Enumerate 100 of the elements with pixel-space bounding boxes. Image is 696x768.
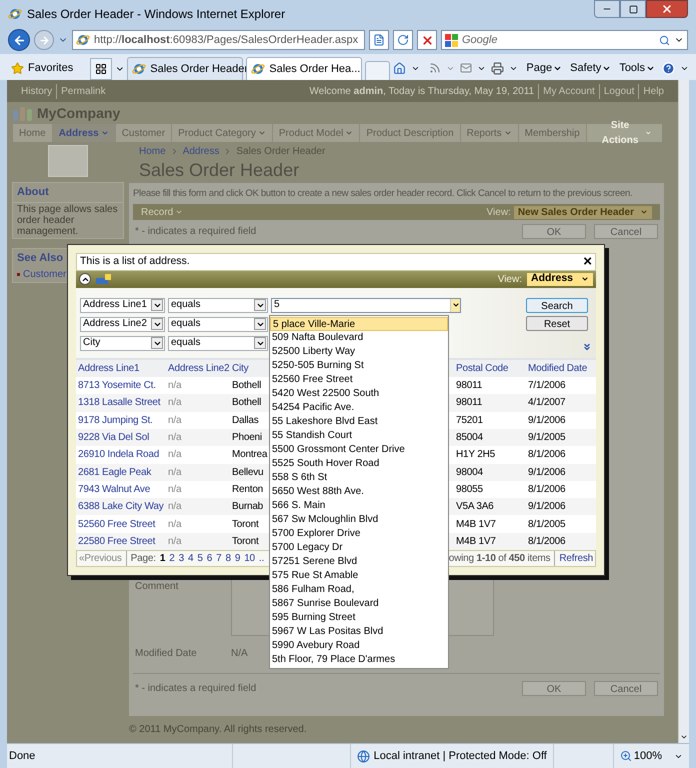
autocomplete-item[interactable]: 54254 Pacific Ave. (270, 401, 448, 415)
search-icon[interactable] (659, 34, 670, 46)
autocomplete-item[interactable]: 5420 West 22500 South (270, 387, 448, 401)
page-link[interactable]: 5 (197, 551, 203, 566)
autocomplete-item[interactable]: 5700 Legacy Dr (270, 541, 448, 555)
operator-select[interactable]: equals (168, 316, 268, 332)
back-button[interactable] (8, 29, 30, 51)
autocomplete-item[interactable]: 5990 Avebury Road (270, 639, 448, 653)
page-link[interactable]: 7 (216, 551, 222, 566)
view-dropdown[interactable]: Address (526, 272, 593, 286)
autocomplete-item[interactable]: 509 Nafta Boulevard (270, 331, 448, 345)
address-link[interactable]: 9178 Jumping St. (76, 412, 166, 428)
address-link[interactable]: 7943 Walnut Ave (76, 482, 166, 497)
address-link[interactable]: 1318 Lasalle Street (76, 395, 166, 410)
page-link[interactable]: 2 (169, 551, 175, 566)
operator-select[interactable]: equals (168, 336, 268, 351)
search-button[interactable]: Search (526, 298, 588, 313)
table-cell-text: Bellevu (231, 466, 264, 480)
field-select[interactable]: City (80, 336, 165, 351)
column-header[interactable]: Postal Code (454, 361, 526, 376)
autocomplete-item[interactable]: 52500 Liberty Way (270, 345, 448, 359)
autocomplete-item[interactable]: 57251 Serene Blvd (270, 555, 448, 569)
autocomplete-item[interactable]: 5867 Sunrise Boulevard (270, 597, 448, 611)
help-icon[interactable] (662, 62, 675, 74)
page-link[interactable]: 6 (206, 551, 212, 566)
command-menu[interactable]: Safety (570, 60, 612, 76)
table-cell-text: 8/1/2006 (527, 448, 566, 462)
view-dropdown[interactable]: New Sales Order Header (514, 206, 652, 219)
more-pages-link[interactable]: .. (258, 551, 264, 566)
autocomplete-item[interactable]: 5650 West 88th Ave. (270, 485, 448, 499)
autocomplete-item[interactable]: 55 Standish Court (270, 429, 448, 443)
address-link[interactable]: 26910 Indela Road (76, 447, 166, 462)
autocomplete-item[interactable]: 566 S. Main (270, 499, 448, 513)
value-field[interactable]: 5 (271, 298, 461, 313)
page-link[interactable]: 1 (160, 551, 166, 566)
form-button[interactable]: Cancel (594, 681, 658, 696)
caret-icon (254, 318, 266, 330)
refresh-button[interactable] (393, 30, 413, 50)
reset-button[interactable]: Reset (526, 316, 588, 331)
field-select[interactable]: Address Line1 (80, 298, 165, 313)
autocomplete-item[interactable]: 5th Floor, 79 Place D'armes (270, 653, 448, 667)
close-button[interactable] (646, 0, 688, 18)
close-button[interactable]: × (583, 254, 592, 270)
home-icon[interactable] (393, 62, 406, 74)
page-link[interactable]: 4 (188, 551, 194, 566)
page-link[interactable]: 8 (225, 551, 231, 566)
browser-logo-icon (76, 33, 90, 47)
favorites-button[interactable]: Favorites (7, 56, 78, 80)
compatibility-view-button[interactable] (369, 30, 389, 50)
autocomplete-item[interactable]: 586 Fulham Road, (270, 583, 448, 597)
scroll-down-icon[interactable] (680, 733, 688, 741)
form-button[interactable]: Cancel (594, 224, 658, 239)
autocomplete-item[interactable]: 567 Sw Mcloughlin Blvd (270, 513, 448, 527)
page-link[interactable]: 3 (178, 551, 184, 566)
collapse-button[interactable] (79, 273, 91, 286)
mail-icon[interactable] (460, 62, 472, 74)
command-menu[interactable]: Page (526, 60, 562, 76)
autocomplete-item[interactable]: 5500 Grossmont Center Drive (270, 443, 448, 457)
search-field[interactable]: Google (441, 30, 688, 50)
address-field[interactable]: http://localhost:60983/Pages/SalesOrderHeader.aspx (72, 30, 365, 50)
search-input[interactable]: Google (462, 32, 655, 48)
address-link[interactable]: 9228 Via Del Sol (76, 430, 166, 446)
quick-tabs-button[interactable] (90, 58, 112, 80)
autocomplete-item[interactable]: 5967 W Las Positas Blvd (270, 625, 448, 639)
column-header[interactable]: Address Line1 (76, 361, 166, 376)
address-link[interactable]: 6388 Lake City Way (76, 499, 166, 514)
expand-icon[interactable] (582, 342, 592, 352)
address-link[interactable]: 52560 Free Street (76, 516, 166, 532)
autocomplete-item[interactable]: 575 Rue St Amable (270, 569, 448, 583)
autocomplete-item[interactable]: 595 Burning Street (270, 611, 448, 625)
zoom-button[interactable]: 100% (612, 744, 689, 768)
autocomplete-item[interactable]: 558 S 6th St (270, 471, 448, 485)
column-header[interactable]: City (230, 361, 272, 376)
column-header[interactable]: Address Line2 (166, 361, 230, 376)
page-link[interactable]: 9 (234, 551, 240, 566)
address-link[interactable]: 8713 Yosemite Ct. (76, 378, 166, 394)
refresh-link[interactable]: Refresh (559, 551, 593, 566)
feed-icon[interactable] (429, 62, 442, 74)
autocomplete-item[interactable]: 5 place Ville-Marie (270, 317, 448, 331)
scrollbar[interactable] (678, 80, 689, 743)
address-link[interactable]: 22580 Free Street (76, 534, 166, 549)
autocomplete-item[interactable]: 52560 Free Street (270, 373, 448, 387)
print-icon[interactable] (491, 62, 504, 74)
address-link[interactable]: 2681 Eagle Peak (76, 464, 166, 480)
operator-select[interactable]: equals (168, 298, 268, 313)
command-menu[interactable]: Tools (619, 60, 655, 76)
table-cell-text: 8/1/2006 (527, 534, 566, 549)
autocomplete-item[interactable]: 5250-505 Burning St (270, 359, 448, 373)
autocomplete-item[interactable]: 5700 Explorer Drive (270, 527, 448, 541)
maximize-button[interactable] (620, 0, 646, 18)
field-select[interactable]: Address Line2 (80, 316, 165, 332)
autocomplete-item[interactable]: 5525 South Hover Road (270, 457, 448, 471)
browser-tab[interactable]: Sales Order Header (127, 57, 244, 80)
new-record-icon[interactable] (96, 274, 111, 285)
page-link[interactable]: 10 (244, 551, 255, 566)
stop-button[interactable] (417, 30, 437, 50)
table-cell-text: 7/1/2006 (527, 379, 566, 394)
autocomplete-item[interactable]: 55 Lakeshore Blvd East (270, 415, 448, 429)
column-header[interactable]: Modified Date (526, 361, 592, 376)
browser-tab[interactable]: Sales Order Hea... (246, 57, 362, 80)
